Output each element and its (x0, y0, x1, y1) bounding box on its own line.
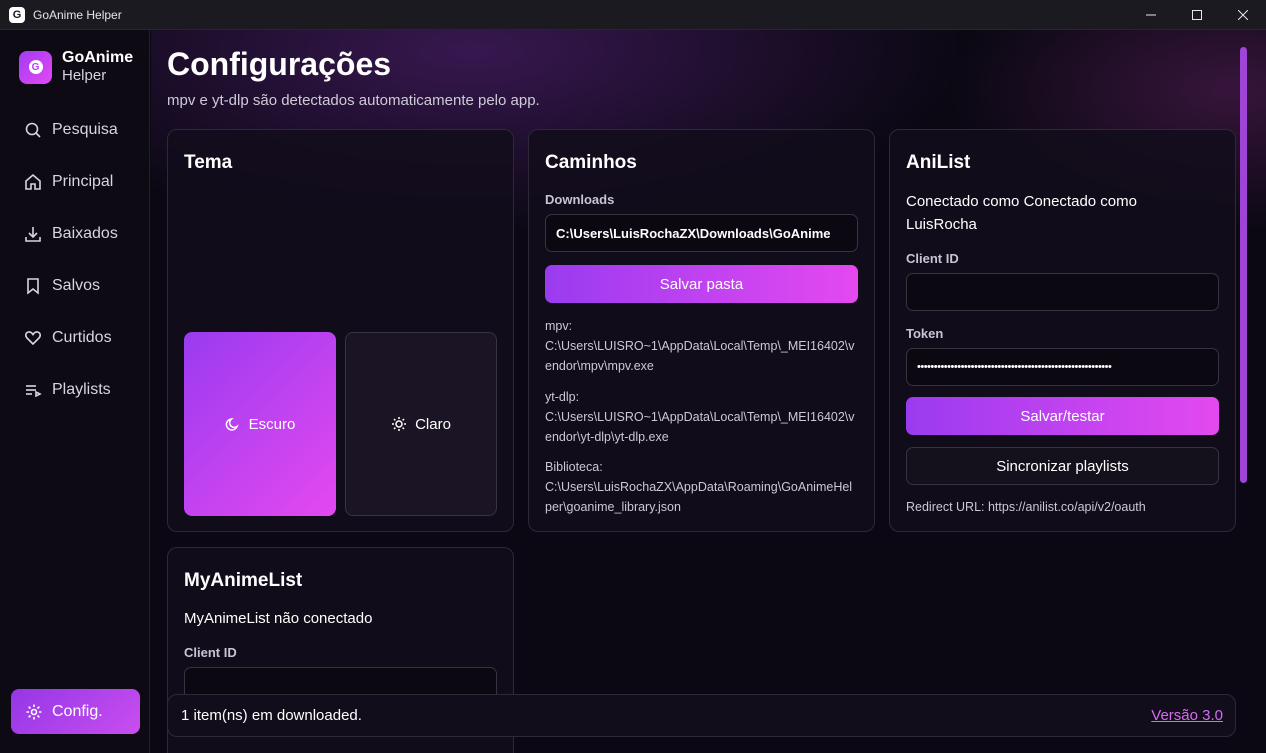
paths-card-title: Caminhos (545, 152, 637, 173)
brand-sub: Helper (62, 67, 107, 84)
theme-card: Tema Escuro Claro (167, 129, 514, 532)
mpv-path-line: C:\Users\LUISRO~1\AppData\Local\Temp\_ME… (545, 339, 855, 353)
brand-logo: G (19, 50, 52, 84)
sidebar: G GoAnime Helper Pesquisa Principal Baix… (0, 30, 150, 753)
theme-light-button[interactable]: Claro (345, 332, 497, 516)
anilist-client-id-label: Client ID (906, 251, 959, 266)
anilist-token-label: Token (906, 326, 944, 341)
sidebar-item-label: Config. (52, 702, 103, 720)
anilist-client-id-input[interactable] (906, 273, 1219, 311)
save-folder-button[interactable]: Salvar pasta (545, 265, 858, 303)
close-button[interactable] (1220, 0, 1266, 30)
library-path-line: C:\Users\LuisRochaZX\AppData\Roaming\GoA… (545, 480, 853, 494)
anilist-card: AniList Conectado como Conectado como Lu… (889, 129, 1236, 532)
status-footer: 1 item(ns) em downloaded. Versão 3.0 (167, 694, 1236, 737)
redirect-url-text: Redirect URL: https://anilist.co/api/v2/… (906, 500, 1146, 514)
download-status: 1 item(ns) em downloaded. (181, 707, 362, 724)
window-title: GoAnime Helper (33, 7, 122, 22)
sidebar-item-principal[interactable]: Principal (10, 162, 140, 202)
ytdlp-path-line: C:\Users\LUISRO~1\AppData\Local\Temp\_ME… (545, 410, 855, 424)
app-icon: G (9, 6, 25, 23)
library-path-text: Biblioteca: C:\Users\LuisRochaZX\AppData… (545, 457, 852, 517)
home-icon (25, 173, 41, 190)
anilist-token-input[interactable]: ••••••••••••••••••••••••••••••••••••••••… (906, 348, 1219, 386)
ytdlp-label: yt-dlp: (545, 390, 580, 404)
scrollbar[interactable] (1240, 47, 1247, 483)
save-test-button[interactable]: Salvar/testar (906, 397, 1219, 435)
page-subtitle: mpv e yt-dlp são detectados automaticame… (167, 92, 540, 109)
sidebar-item-salvos[interactable]: Salvos (10, 266, 140, 306)
mal-status: MyAnimeList não conectado (184, 610, 373, 627)
downloads-path-input[interactable]: C:\Users\LuisRochaZX\Downloads\GoAnime (545, 214, 858, 252)
bookmark-icon (27, 278, 39, 295)
minimize-icon (1146, 14, 1156, 16)
mpv-path-text: mpv: C:\Users\LUISRO~1\AppData\Local\Tem… (545, 316, 855, 376)
sidebar-item-curtidos[interactable]: Curtidos (10, 318, 140, 358)
playlist-icon (26, 385, 42, 398)
sidebar-item-label: Principal (52, 173, 114, 190)
anilist-username: LuisRocha (906, 216, 977, 233)
sidebar-item-baixados[interactable]: Baixados (10, 214, 140, 254)
anilist-card-title: AniList (906, 152, 971, 173)
sidebar-item-label: Curtidos (52, 329, 112, 346)
mpv-path-line: endor\mpv\mpv.exe (545, 359, 654, 373)
theme-dark-button[interactable]: Escuro (184, 332, 336, 516)
heart-icon (25, 331, 41, 346)
download-icon (25, 227, 41, 242)
anilist-status-line: Conectado como Conectado como (906, 193, 1137, 210)
search-icon (25, 122, 41, 138)
moon-icon (225, 418, 239, 431)
sidebar-nav: Pesquisa Principal Baixados Salvos Curti… (10, 110, 140, 422)
maximize-icon (1192, 10, 1202, 20)
window-controls (1128, 0, 1266, 30)
sidebar-item-playlists[interactable]: Playlists (10, 370, 140, 410)
brand-name: GoAnime (62, 49, 134, 66)
gear-icon (26, 704, 42, 719)
version-link[interactable]: Versão 3.0 (1151, 707, 1223, 724)
sun-icon (392, 417, 407, 431)
brand[interactable]: G GoAnime Helper (19, 49, 133, 85)
page-title: Configurações (167, 46, 392, 82)
mpv-label: mpv: (545, 319, 573, 333)
library-path-line: per\goanime_library.json (545, 500, 681, 514)
anilist-status: Conectado como Conectado como LuisRocha (906, 190, 1137, 236)
minimize-button[interactable] (1128, 0, 1174, 30)
downloads-label: Downloads (545, 192, 615, 207)
sidebar-item-label: Salvos (52, 277, 101, 294)
sidebar-item-label: Pesquisa (52, 121, 118, 138)
mal-client-id-label: Client ID (184, 645, 237, 660)
library-label: Biblioteca: (545, 460, 603, 474)
sidebar-item-config[interactable]: Config. (11, 689, 140, 734)
paths-card: Caminhos Downloads C:\Users\LuisRochaZX\… (528, 129, 875, 532)
theme-dark-label: Escuro (248, 415, 296, 433)
ytdlp-path-text: yt-dlp: C:\Users\LUISRO~1\AppData\Local\… (545, 387, 855, 447)
ytdlp-path-line: endor\yt-dlp\yt-dlp.exe (545, 430, 669, 444)
sidebar-item-pesquisa[interactable]: Pesquisa (10, 110, 140, 150)
close-icon (1238, 10, 1248, 20)
theme-light-label: Claro (415, 415, 451, 433)
brand-text: GoAnime Helper (62, 49, 133, 85)
sync-playlists-button[interactable]: Sincronizar playlists (906, 447, 1219, 485)
theme-card-title: Tema (184, 152, 233, 173)
title-bar: G GoAnime Helper (0, 0, 1266, 30)
maximize-button[interactable] (1174, 0, 1220, 30)
sidebar-item-label: Baixados (52, 225, 118, 242)
mal-card-title: MyAnimeList (184, 570, 303, 591)
main-content: Configurações mpv e yt-dlp são detectado… (151, 30, 1266, 753)
sidebar-item-label: Playlists (52, 381, 111, 398)
logo-letter: G (28, 60, 43, 74)
